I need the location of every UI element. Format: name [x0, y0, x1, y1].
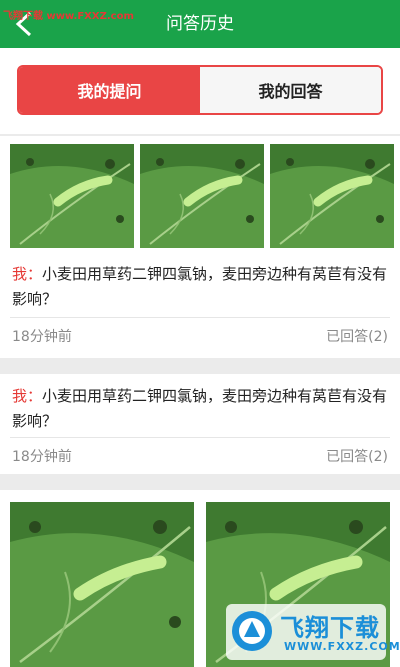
caterpillar-photo[interactable]	[10, 144, 134, 248]
question-body: 小麦田用草药二钾四氯钠，麦田旁边种有莴苣有没有影响？	[12, 265, 388, 308]
divider	[10, 437, 390, 438]
question-body: 小麦田用草药二钾四氯钠，麦田旁边种有莴苣有没有影响？	[12, 387, 388, 430]
author-prefix: 我：	[12, 265, 43, 283]
answer-count-link[interactable]: 已回答(2)	[326, 326, 388, 346]
caterpillar-photo[interactable]	[10, 502, 194, 667]
app-header: 问答历史 飞翔下载 www.FXXZ.com	[0, 0, 400, 48]
answer-count-link[interactable]: 已回答(2)	[326, 446, 388, 466]
caterpillar-photo[interactable]	[270, 144, 394, 248]
question-meta: 18分钟前 已回答(2)	[12, 326, 388, 346]
watermark-text: 飞翔下载 www.FXXZ.com	[3, 11, 134, 22]
question-card[interactable]: 我：小麦田用草药二钾四氯钠，麦田旁边种有莴苣有没有影响？ 18分钟前 已回答(2…	[0, 136, 400, 358]
tab-bar: 我的提问 我的回答	[17, 65, 383, 115]
watermark-logo: 飞翔下载 WWW.FXXZ.COM	[226, 604, 400, 660]
divider	[10, 317, 390, 318]
tab-my-questions[interactable]: 我的提问	[19, 67, 200, 113]
question-text: 我：小麦田用草药二钾四氯钠，麦田旁边种有莴苣有没有影响？	[12, 262, 388, 312]
watermark-title: 飞翔下载	[280, 614, 380, 642]
watermark-url: WWW.FXXZ.COM	[284, 640, 400, 653]
timestamp: 18分钟前	[12, 449, 72, 465]
image-row	[10, 144, 394, 248]
tab-my-answers[interactable]: 我的回答	[200, 67, 381, 113]
tab-bar-container: 我的提问 我的回答	[0, 48, 400, 134]
caterpillar-photo[interactable]	[140, 144, 264, 248]
author-prefix: 我：	[12, 387, 43, 405]
timestamp: 18分钟前	[12, 329, 72, 345]
fxxz-logo-icon	[232, 611, 272, 651]
question-card[interactable]: 我：小麦田用草药二钾四氯钠，麦田旁边种有莴苣有没有影响？ 18分钟前 已回答(2…	[0, 374, 400, 474]
question-text: 我：小麦田用草药二钾四氯钠，麦田旁边种有莴苣有没有影响？	[12, 384, 388, 434]
question-meta: 18分钟前 已回答(2)	[12, 446, 388, 466]
